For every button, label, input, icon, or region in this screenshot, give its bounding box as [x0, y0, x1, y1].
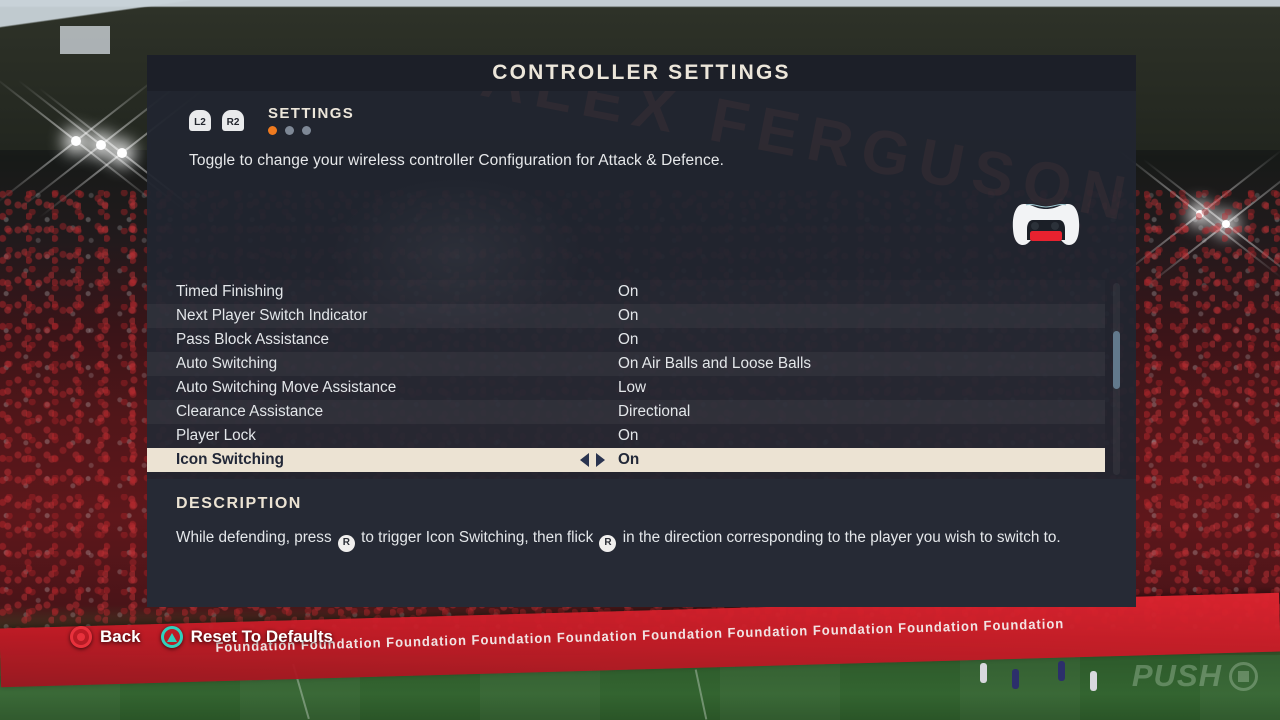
setting-label: Clearance Assistance — [176, 403, 324, 420]
game-screen: Foundation Foundation Foundation Foundat… — [0, 0, 1280, 720]
setting-label: Auto Switching — [176, 355, 278, 372]
setting-label: Next Player Switch Indicator — [176, 307, 368, 324]
setting-label: Timed Finishing — [176, 283, 284, 300]
page-title: CONTROLLER SETTINGS — [492, 61, 791, 84]
setting-value: On — [618, 451, 640, 468]
page-dot-2[interactable] — [285, 126, 294, 135]
description-heading: DESCRIPTION — [176, 495, 302, 512]
setting-value: On — [618, 331, 639, 348]
r2-trigger-icon[interactable]: R2 — [222, 109, 244, 131]
table-row[interactable]: Auto Switching Move Assistance Low — [147, 376, 1105, 400]
watermark-text: PUSH — [1131, 658, 1222, 693]
controller-settings-panel: SIR ALEX FERGUSON STAND CONTROLLER SETTI… — [147, 55, 1136, 607]
setting-value: Directional — [618, 403, 691, 420]
section-subtitle: Toggle to change your wireless controlle… — [189, 152, 724, 169]
page-dot-1[interactable] — [268, 126, 277, 135]
floodlight — [117, 148, 127, 158]
table-row[interactable]: Auto Switching On Air Balls and Loose Ba… — [147, 352, 1105, 376]
reset-to-defaults-button[interactable]: Reset To Defaults — [160, 626, 333, 648]
table-row[interactable]: Next Player Switch Indicator On — [147, 304, 1105, 328]
page-dot-3[interactable] — [302, 126, 311, 135]
circle-button-icon — [70, 626, 92, 648]
table-row[interactable]: Player Lock On — [147, 424, 1105, 448]
push-watermark: PUSH — [1132, 658, 1258, 694]
section-label: SETTINGS — [268, 105, 355, 122]
page-dots — [268, 126, 354, 135]
setting-value: On Air Balls and Loose Balls — [618, 355, 812, 372]
description-text: While defending, press R to trigger Icon… — [176, 526, 1081, 552]
floodlight — [71, 136, 81, 146]
dualsense-controller-icon — [1011, 200, 1081, 248]
table-row[interactable]: Clearance Assistance Directional — [147, 400, 1105, 424]
setting-label: Auto Switching Move Assistance — [176, 379, 397, 396]
arrow-left-icon[interactable] — [579, 453, 589, 467]
settings-list: Timed Finishing On Next Player Switch In… — [147, 280, 1136, 472]
section-header: L2 R2 SETTINGS — [147, 91, 1136, 135]
description-text-part-2: to trigger Icon Switching, then flick — [361, 529, 594, 546]
floodlight — [96, 140, 106, 150]
back-button[interactable]: Back — [70, 626, 141, 648]
setting-value: Low — [618, 379, 647, 396]
setting-label: Pass Block Assistance — [176, 331, 330, 348]
triangle-button-icon — [160, 626, 183, 648]
arrow-right-icon[interactable] — [595, 453, 605, 467]
player — [980, 663, 987, 683]
setting-label: Player Lock — [176, 427, 256, 444]
table-row[interactable]: Pass Block Assistance On — [147, 328, 1105, 352]
right-stick-button-icon: R — [599, 534, 617, 552]
l2-trigger-icon[interactable]: L2 — [189, 109, 211, 131]
player — [1090, 671, 1097, 691]
panel-titlebar: CONTROLLER SETTINGS — [147, 55, 1136, 91]
description-text-part-1: While defending, press — [176, 529, 332, 546]
list-scrollbar[interactable] — [1113, 283, 1120, 475]
scrollbar-thumb[interactable] — [1113, 331, 1120, 389]
setting-value: On — [618, 427, 639, 444]
setting-value: On — [618, 307, 639, 324]
description-section: DESCRIPTION While defending, press R to … — [147, 479, 1136, 607]
value-stepper[interactable] — [566, 453, 618, 467]
setting-value: On — [618, 283, 639, 300]
player — [1012, 669, 1019, 689]
player — [1058, 661, 1065, 681]
reset-to-defaults-label: Reset To Defaults — [190, 627, 333, 646]
table-row-selected[interactable]: Icon Switching On — [147, 448, 1105, 472]
table-row[interactable]: Timed Finishing On — [147, 280, 1105, 304]
back-button-label: Back — [100, 627, 141, 646]
push-logo-icon — [1229, 661, 1258, 691]
setting-label: Icon Switching — [176, 451, 284, 468]
right-stick-button-icon: R — [337, 534, 355, 552]
description-text-part-3: in the direction corresponding to the pl… — [622, 529, 1061, 546]
action-bar: Back Reset To Defaults — [70, 626, 333, 648]
